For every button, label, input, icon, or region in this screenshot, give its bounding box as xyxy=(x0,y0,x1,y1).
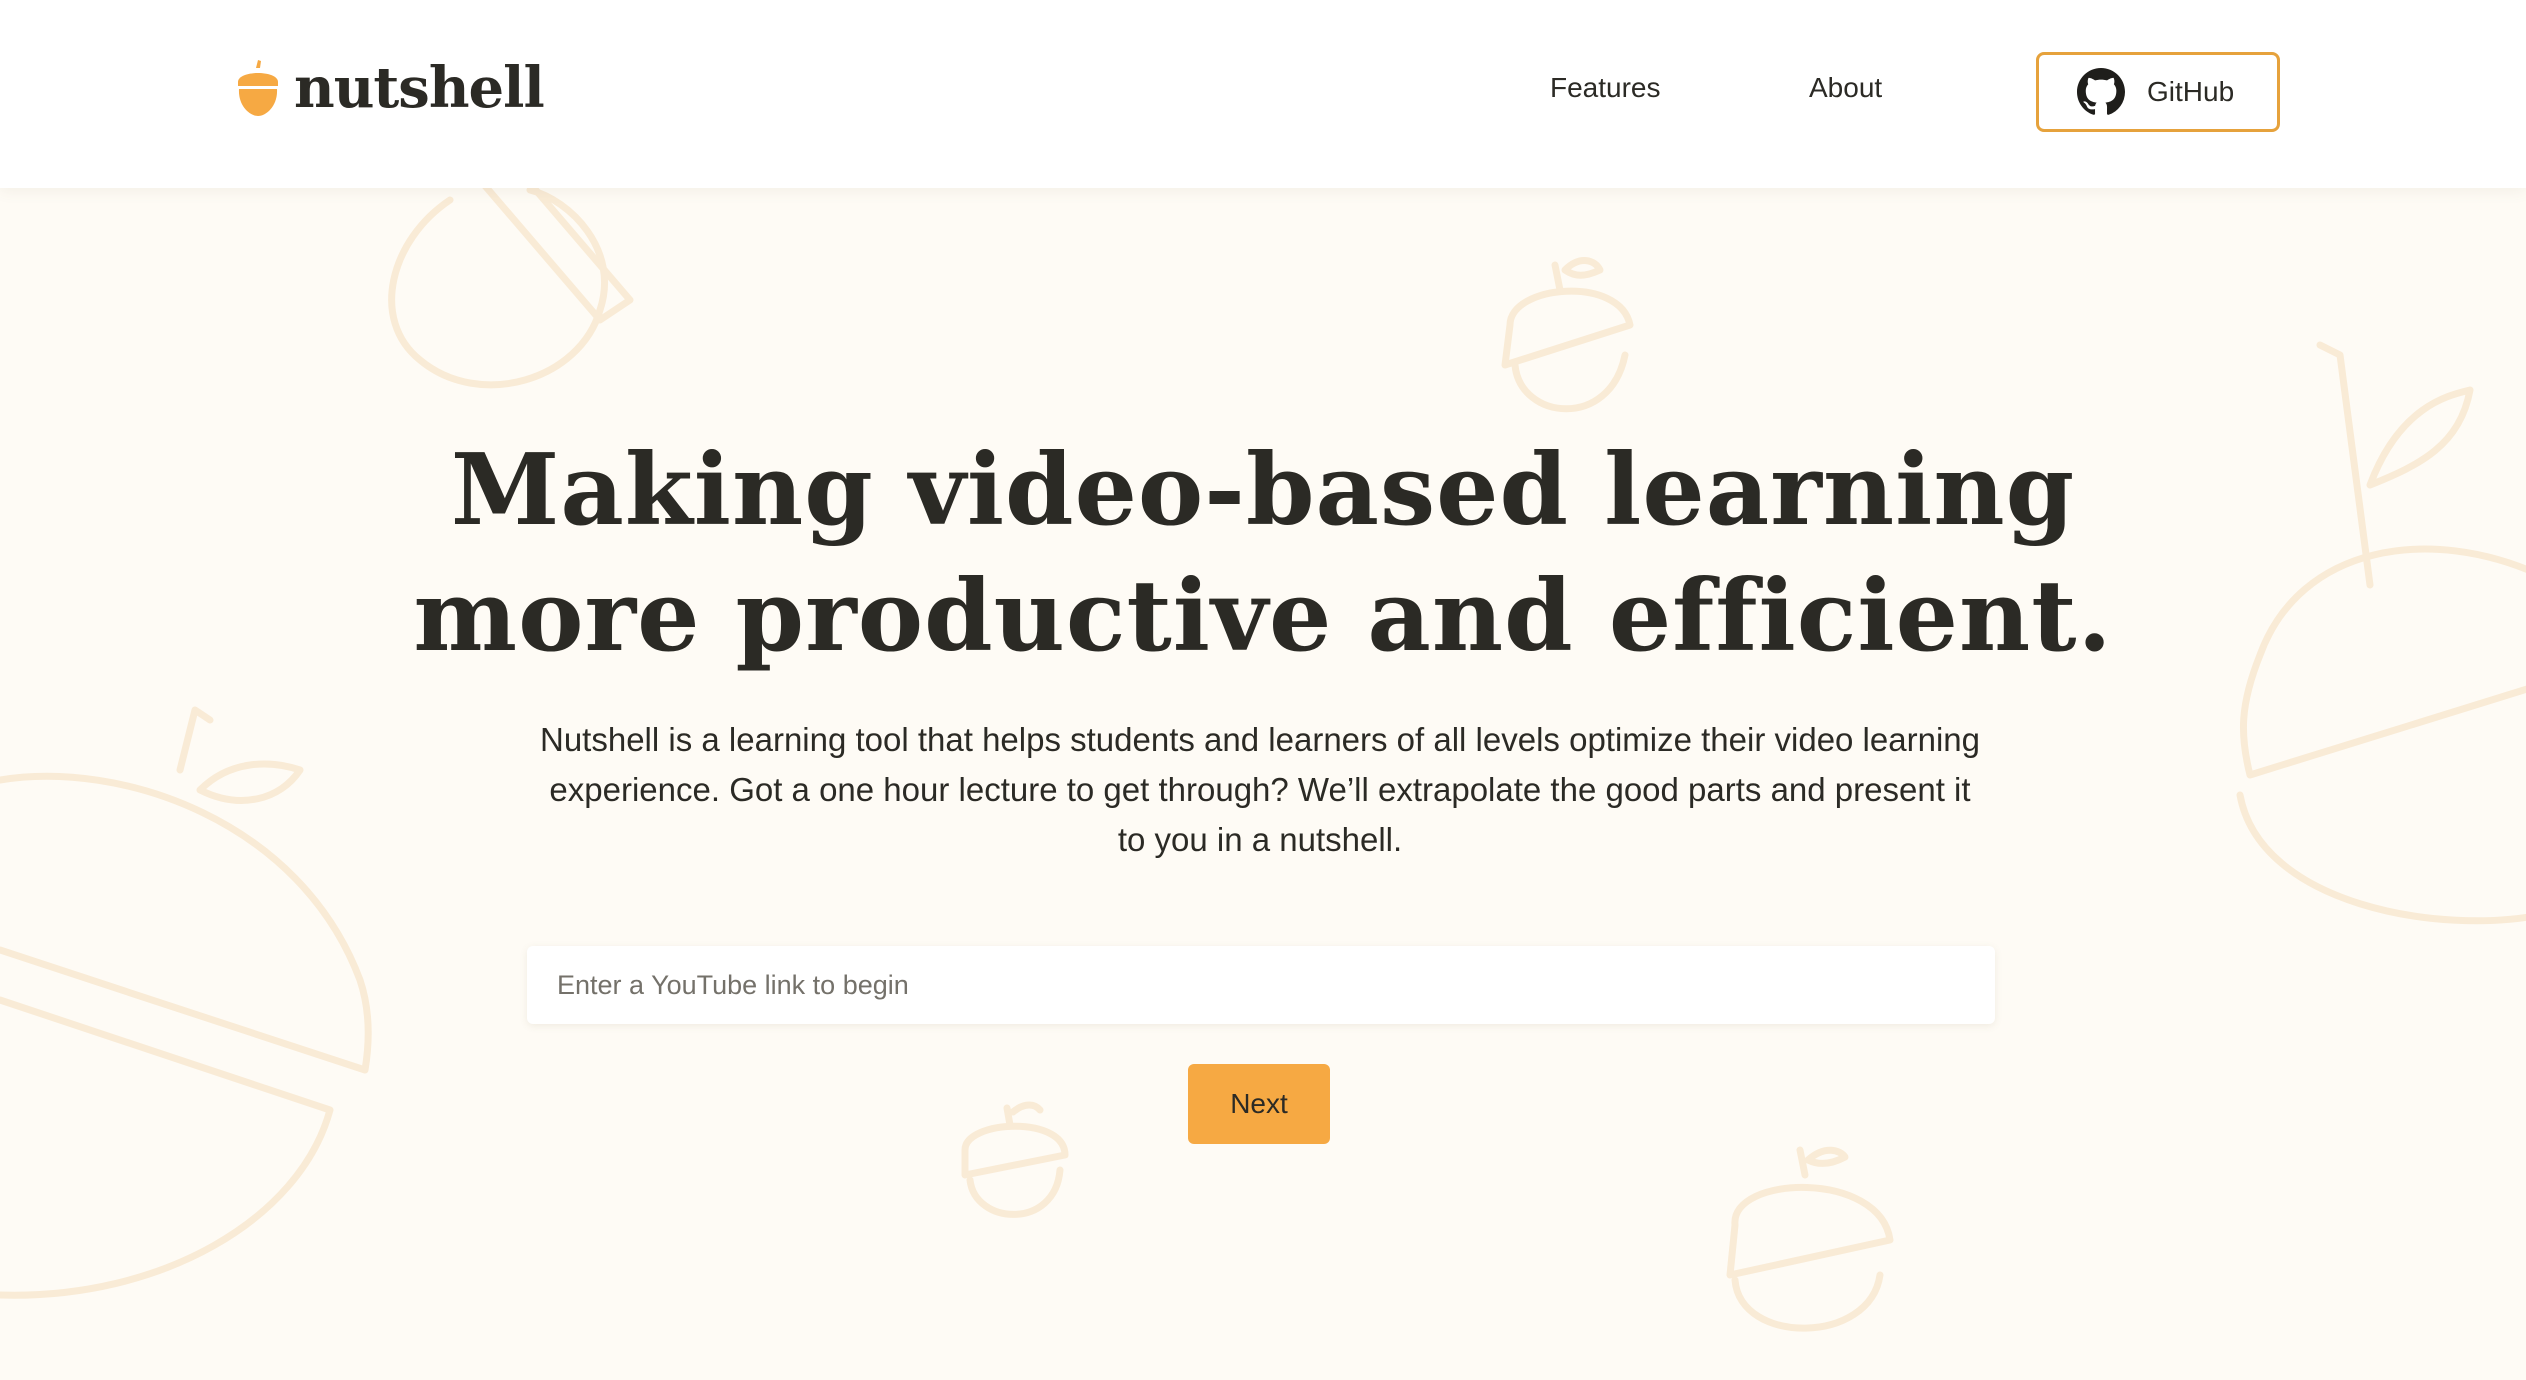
hero-title-line2: more productive and efficient. xyxy=(413,559,2113,674)
brand-logo[interactable]: nutshell xyxy=(236,55,545,121)
nav-about-link[interactable]: About xyxy=(1809,72,1882,104)
youtube-link-input[interactable] xyxy=(527,946,1995,1024)
github-label: GitHub xyxy=(2147,76,2235,107)
top-navbar: nutshell Features About GitHub xyxy=(0,0,2526,188)
brand-name: nutshell xyxy=(294,55,545,121)
hero-title: Making video-based learning more product… xyxy=(300,428,2226,680)
nav-features-link[interactable]: Features xyxy=(1550,72,1661,104)
hero-section: Making video-based learning more product… xyxy=(0,188,2526,1380)
hero-description: Nutshell is a learning tool that helps s… xyxy=(540,721,1980,858)
github-icon xyxy=(2077,68,2125,115)
next-button[interactable]: Next xyxy=(1188,1064,1330,1144)
acorn-icon xyxy=(238,60,278,116)
hero-title-line1: Making video-based learning xyxy=(450,433,2076,548)
github-button[interactable]: GitHub xyxy=(2036,52,2280,132)
